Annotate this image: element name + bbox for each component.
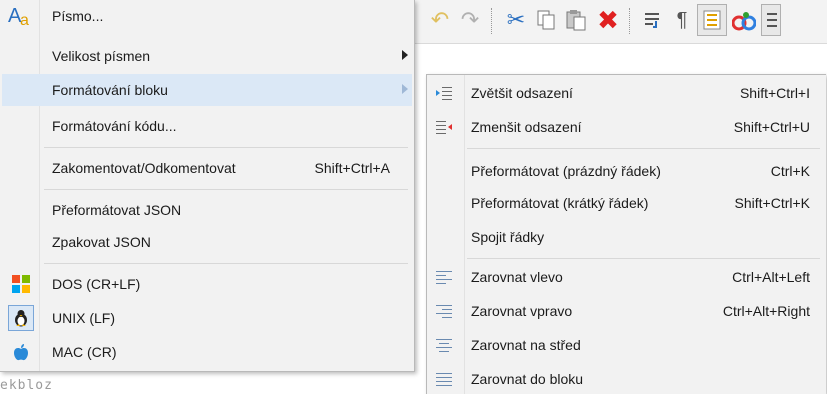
submenu-arrow-icon [402,50,408,60]
redo-icon[interactable]: ↷ [455,4,485,36]
syntax-icon[interactable] [729,4,759,36]
menu-item-label: MAC (CR) [52,344,117,360]
copy-icon[interactable] [531,4,561,36]
submenu-item-align-right[interactable]: Zarovnat vpravo Ctrl+Alt+Right [429,295,824,327]
menu-item-toggle-comment[interactable]: Zakomentovat/Odkomentovat Shift+Ctrl+A [2,152,412,184]
submenu-item-align-left[interactable]: Zarovnat vlevo Ctrl+Alt+Left [429,261,824,293]
menu-item-label: Formátování bloku [52,82,168,98]
outline-icon[interactable] [761,4,781,36]
submenu-item-reformat-empty-line[interactable]: Přeformátovat (prázdný řádek) Ctrl+K [429,155,824,187]
toolbar-separator [629,8,630,34]
menu-item-label: Písmo... [52,8,104,24]
menu-item-code-formatting[interactable]: Formátování kódu... [2,110,412,142]
submenu-item-align-justify[interactable]: Zarovnat do bloku [429,363,824,394]
delete-icon[interactable]: ✖ [593,4,623,36]
menu-item-label: DOS (CR+LF) [52,276,141,292]
apple-logo-icon [8,339,34,365]
menu-item-label: Zpakovat JSON [52,234,151,250]
align-right-icon [431,298,457,324]
submenu-item-label: Přeformátovat (krátký řádek) [471,195,649,211]
submenu-item-label: Spojit řádky [471,229,545,245]
menu-item-label: Velikost písmen [52,48,151,64]
menu-item-label: Přeformátovat JSON [52,202,182,218]
toolbar-separator [491,8,492,34]
submenu-item-join-lines[interactable]: Spojit řádky [429,221,824,253]
indent-decrease-icon [431,114,457,140]
menu-item-eol-mac[interactable]: MAC (CR) [2,336,412,368]
menu-item-label: Zakomentovat/Odkomentovat [52,160,236,176]
submenu-item-shortcut: Shift+Ctrl+K [734,195,810,211]
menu-separator [467,258,820,259]
font-icon: Aa [8,3,34,29]
line-numbers-icon[interactable] [697,4,727,36]
block-formatting-submenu: Zvětšit odsazení Shift+Ctrl+I Zmenšit od… [426,74,826,394]
undo-icon[interactable]: ↶ [425,4,455,36]
menu-item-eol-unix[interactable]: UNIX (LF) [2,302,412,334]
editor-text: ekbloz [0,378,53,393]
menu-item-label: UNIX (LF) [52,310,115,326]
menu-separator [467,148,820,149]
submenu-item-label: Zmenšit odsazení [471,119,582,135]
submenu-item-label: Zarovnat do bloku [471,371,584,387]
context-menu: Aa Písmo... Velikost písmen Formátování … [0,0,415,372]
menu-item-reformat-json[interactable]: Přeformátovat JSON [2,194,412,226]
menu-item-shortcut: Shift+Ctrl+A [314,160,390,176]
menu-separator [44,189,408,190]
menu-item-block-formatting[interactable]: Formátování bloku [2,74,412,106]
submenu-arrow-icon [402,84,408,94]
menu-item-eol-dos[interactable]: DOS (CR+LF) [2,268,412,300]
submenu-item-shortcut: Ctrl+K [770,163,810,179]
word-wrap-icon[interactable] [637,4,667,36]
submenu-item-label: Zarovnat vpravo [471,303,573,319]
svg-text:a: a [20,12,29,27]
menu-item-pack-json[interactable]: Zpakovat JSON [2,226,412,258]
align-center-icon [431,332,457,358]
submenu-item-shortcut: Shift+Ctrl+U [733,119,810,135]
submenu-item-label: Zarovnat na střed [471,337,581,353]
align-left-icon [431,264,457,290]
align-justify-icon [431,366,457,392]
submenu-item-indent-decrease[interactable]: Zmenšit odsazení Shift+Ctrl+U [429,111,824,143]
menu-item-font[interactable]: Aa Písmo... [2,0,412,32]
pilcrow-icon[interactable]: ¶ [667,4,697,36]
menu-item-label: Formátování kódu... [52,118,177,134]
toolbar: ↶ ↷ ✂ ✖ ¶ [415,0,827,44]
menu-separator [44,147,408,148]
indent-increase-icon [431,80,457,106]
cut-icon[interactable]: ✂ [501,4,531,36]
submenu-item-indent-increase[interactable]: Zvětšit odsazení Shift+Ctrl+I [429,77,824,109]
linux-tux-icon [8,305,34,331]
submenu-item-label: Přeformátovat (prázdný řádek) [471,163,661,179]
submenu-item-shortcut: Shift+Ctrl+I [739,85,810,101]
submenu-item-label: Zvětšit odsazení [471,85,573,101]
menu-separator [44,263,408,264]
paste-icon[interactable] [561,4,591,36]
menu-item-letter-case[interactable]: Velikost písmen [2,40,412,72]
windows-logo-icon [8,271,34,297]
submenu-item-label: Zarovnat vlevo [471,269,563,285]
submenu-item-align-center[interactable]: Zarovnat na střed [429,329,824,361]
submenu-item-shortcut: Ctrl+Alt+Left [732,269,810,285]
submenu-item-reformat-short-line[interactable]: Přeformátovat (krátký řádek) Shift+Ctrl+… [429,187,824,219]
submenu-item-shortcut: Ctrl+Alt+Right [722,303,810,319]
